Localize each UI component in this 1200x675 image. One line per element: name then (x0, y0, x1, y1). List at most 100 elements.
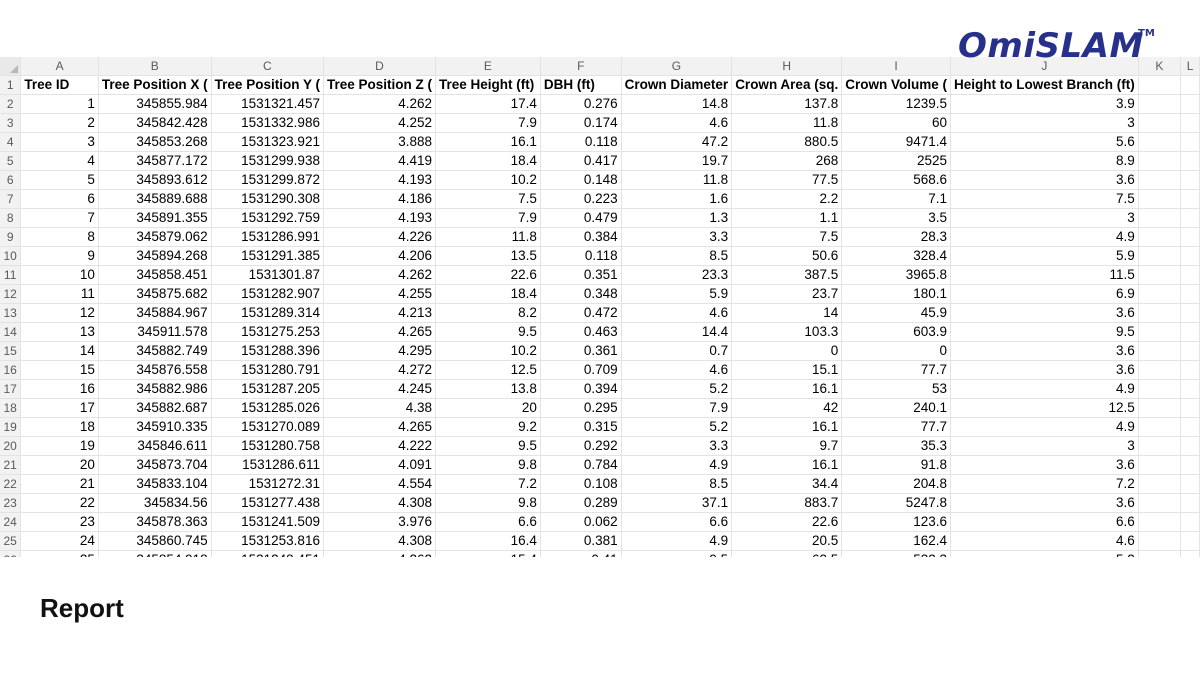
data-cell[interactable] (1180, 284, 1200, 305)
data-cell[interactable]: 9.5 (621, 550, 733, 557)
data-cell[interactable]: 4.6 (621, 113, 733, 134)
data-cell[interactable]: 4.262 (323, 265, 436, 286)
data-cell[interactable]: 2 (20, 113, 99, 134)
data-cell[interactable]: 91.8 (841, 455, 951, 476)
data-cell[interactable]: 12 (20, 303, 99, 324)
data-cell[interactable]: 5.9 (950, 246, 1139, 267)
data-cell[interactable]: 4.9 (950, 417, 1139, 438)
data-cell[interactable]: 533.3 (841, 550, 951, 557)
data-cell[interactable]: 3.9 (950, 94, 1139, 115)
data-cell[interactable]: 17.4 (435, 94, 541, 115)
data-cell[interactable]: 9 (20, 246, 99, 267)
data-cell[interactable]: 15.4 (435, 550, 541, 557)
data-cell[interactable]: 345879.062 (98, 227, 212, 248)
data-cell[interactable]: 4.6 (621, 360, 733, 381)
data-cell[interactable]: 22.6 (731, 512, 843, 533)
data-cell[interactable]: 6.9 (950, 284, 1139, 305)
data-cell[interactable]: 0.148 (540, 170, 622, 191)
data-cell[interactable]: 1.3 (621, 208, 733, 229)
data-cell[interactable]: 4.554 (323, 474, 436, 495)
data-cell[interactable]: 8.9 (950, 151, 1139, 172)
data-cell[interactable]: 4.091 (323, 455, 436, 476)
data-cell[interactable]: 23 (20, 512, 99, 533)
data-cell[interactable]: 12.5 (435, 360, 541, 381)
data-cell[interactable]: 137.8 (731, 94, 843, 115)
data-cell[interactable]: 20 (20, 455, 99, 476)
column-header-e[interactable]: E (435, 57, 541, 77)
data-cell[interactable]: 3.976 (323, 512, 436, 533)
data-cell[interactable]: 204.8 (841, 474, 951, 495)
data-cell[interactable]: 5 (20, 170, 99, 191)
data-cell[interactable]: 345894.268 (98, 246, 212, 267)
data-cell[interactable]: 22.6 (435, 265, 541, 286)
row-number[interactable]: 22 (0, 474, 22, 495)
data-cell[interactable]: 1531272.31 (211, 474, 324, 495)
data-cell[interactable]: 4.262 (323, 550, 436, 557)
data-cell[interactable]: 0.7 (621, 341, 733, 362)
data-cell[interactable]: 9.2 (435, 417, 541, 438)
data-cell[interactable] (1138, 474, 1182, 495)
row-number[interactable]: 17 (0, 379, 22, 400)
data-cell[interactable]: 60 (841, 113, 951, 134)
data-cell[interactable]: 3 (950, 113, 1139, 134)
data-cell[interactable] (1180, 189, 1200, 210)
row-number[interactable]: 11 (0, 265, 22, 286)
data-cell[interactable] (1180, 436, 1200, 457)
data-cell[interactable]: 6.6 (950, 512, 1139, 533)
data-cell[interactable]: 1 (20, 94, 99, 115)
data-cell[interactable]: 4 (20, 151, 99, 172)
data-cell[interactable]: 4.213 (323, 303, 436, 324)
row-number[interactable]: 25 (0, 531, 22, 552)
data-cell[interactable] (1138, 189, 1182, 210)
data-cell[interactable] (1180, 322, 1200, 343)
data-cell[interactable] (1180, 170, 1200, 191)
row-number[interactable]: 13 (0, 303, 22, 324)
data-cell[interactable]: 345877.172 (98, 151, 212, 172)
data-cell[interactable]: 103.3 (731, 322, 843, 343)
data-cell[interactable]: 4.206 (323, 246, 436, 267)
data-cell[interactable]: 345891.355 (98, 208, 212, 229)
data-cell[interactable]: 0.394 (540, 379, 622, 400)
data-cell[interactable] (1138, 227, 1182, 248)
data-cell[interactable]: 4.9 (950, 227, 1139, 248)
data-cell[interactable]: 4.255 (323, 284, 436, 305)
data-cell[interactable] (1138, 417, 1182, 438)
data-cell[interactable]: 7.2 (950, 474, 1139, 495)
data-cell[interactable]: 1531241.509 (211, 512, 324, 533)
data-cell[interactable]: 1531289.314 (211, 303, 324, 324)
data-cell[interactable]: 345833.104 (98, 474, 212, 495)
data-cell[interactable]: 345842.428 (98, 113, 212, 134)
data-cell[interactable]: 5.2 (621, 379, 733, 400)
row-number[interactable]: 15 (0, 341, 22, 362)
data-cell[interactable]: 11.8 (621, 170, 733, 191)
data-cell[interactable]: 268 (731, 151, 843, 172)
data-cell[interactable]: 1531248.451 (211, 550, 324, 557)
data-cell[interactable]: 16.4 (435, 531, 541, 552)
data-cell[interactable]: 50.6 (731, 246, 843, 267)
data-cell[interactable] (1138, 360, 1182, 381)
data-cell[interactable] (1180, 360, 1200, 381)
data-cell[interactable] (1138, 341, 1182, 362)
data-cell[interactable]: 23.7 (731, 284, 843, 305)
header-cell[interactable]: Crown Diameter (621, 75, 733, 96)
data-cell[interactable]: 880.5 (731, 132, 843, 153)
data-cell[interactable]: 345855.984 (98, 94, 212, 115)
data-cell[interactable] (1138, 512, 1182, 533)
data-cell[interactable]: 387.5 (731, 265, 843, 286)
data-cell[interactable]: 4.6 (950, 531, 1139, 552)
data-cell[interactable]: 4.6 (621, 303, 733, 324)
data-cell[interactable]: 0.784 (540, 455, 622, 476)
select-all-corner[interactable] (0, 57, 22, 77)
data-cell[interactable]: 4.308 (323, 493, 436, 514)
data-cell[interactable]: 8.5 (621, 246, 733, 267)
data-cell[interactable]: 35.3 (841, 436, 951, 457)
row-number[interactable]: 20 (0, 436, 22, 457)
row-number[interactable]: 4 (0, 132, 22, 153)
row-number[interactable]: 1 (0, 75, 22, 96)
data-cell[interactable]: 9.7 (731, 436, 843, 457)
data-cell[interactable]: 4.262 (323, 94, 436, 115)
data-cell[interactable]: 14 (20, 341, 99, 362)
data-cell[interactable]: 180.1 (841, 284, 951, 305)
data-cell[interactable]: 7.5 (950, 189, 1139, 210)
data-cell[interactable]: 4.295 (323, 341, 436, 362)
